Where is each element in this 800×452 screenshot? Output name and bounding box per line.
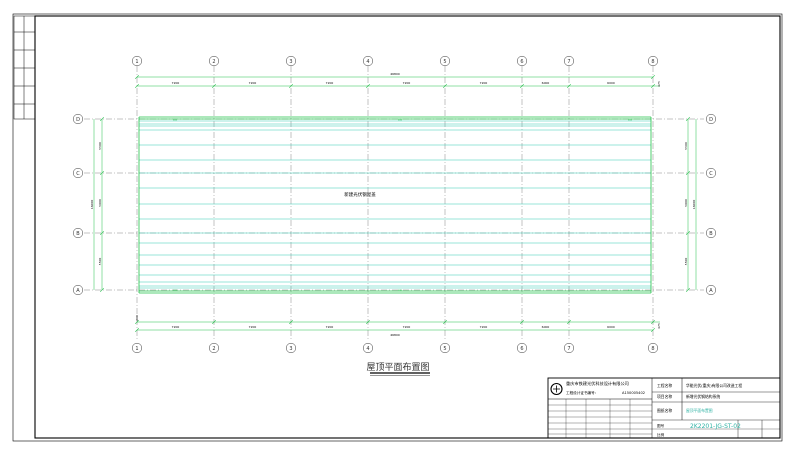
top-bay-dim: 6000	[607, 81, 615, 85]
left-total-dim: 16000	[90, 200, 94, 210]
left-bay-dim: 5500	[98, 258, 102, 266]
grid-label-top: 2	[212, 59, 215, 65]
project-label: 工程名称	[657, 383, 672, 388]
grid-label-top: 3	[289, 59, 292, 65]
cert-number: A150005402	[622, 391, 645, 395]
left-bay-dim: 5000	[98, 199, 102, 207]
grid-label-left: C	[76, 171, 80, 177]
title-block: 重庆市铁建光伏科技设计有限公司 工程设计证书编号： A150005402 工程名…	[547, 377, 781, 439]
roof-label: 新建光伏钢屋盖	[344, 191, 376, 198]
purlin-marker: ==	[173, 289, 177, 292]
grid-label-right: C	[709, 171, 713, 177]
grid-label-top: 5	[443, 59, 446, 65]
top-overall-dim: 46800	[390, 72, 400, 76]
roof-plan: == == == == == == 新建光伏钢屋盖 1 1 2 2 3 3 4 4 5 5 6 6 7 7 8 8 D D C C B…	[72, 55, 717, 354]
grid-label-bottom: 8	[651, 346, 654, 352]
purlin-marker: ==	[628, 289, 632, 292]
grid-label-right: D	[709, 117, 713, 123]
grid-label-left: B	[76, 231, 80, 237]
drawing-sheet: == == == == == == 新建光伏钢屋盖 1 1 2 2 3 3 4 4 5 5 6 6 7 7 8 8 D D C C B…	[12, 13, 783, 442]
grid-label-bottom: 4	[366, 346, 369, 352]
drawing-caption: 屋顶平面布置图	[366, 361, 429, 373]
binding-strip	[13, 15, 36, 120]
company-name: 重庆市铁建光伏科技设计有限公司	[566, 380, 629, 387]
drawing-number: 2K2201-JG-ST-02	[690, 423, 741, 430]
bottom-bay-dim: 7200	[326, 325, 334, 329]
top-bay-dim: 7200	[172, 81, 180, 85]
grid-label-top: 4	[366, 59, 369, 65]
purlin-marker: ==	[628, 119, 632, 122]
right-bay-dim: 5500	[684, 142, 688, 150]
drawing-name-label: 图纸名称	[657, 408, 672, 413]
grid-label-bottom: 7	[567, 346, 570, 352]
purlin-marker: ==	[173, 119, 177, 122]
scale-label: 比例	[657, 432, 665, 437]
company-logo-mark	[553, 385, 560, 393]
project-name: 华能光伏(重庆)有限公司改造工程	[686, 383, 742, 388]
drawing-number-label: 图号	[657, 423, 665, 428]
top-bay-dim: 7200	[326, 81, 334, 85]
grid-label-left: A	[76, 288, 80, 294]
top-end-dim: 475	[657, 81, 661, 87]
cert-label: 工程设计证书编号：	[566, 390, 598, 395]
bottom-bay-dim: 7200	[403, 325, 411, 329]
top-bay-dim: 6000	[542, 81, 550, 85]
grid-label-top: 7	[567, 59, 570, 65]
grid-label-right: B	[709, 231, 713, 237]
bottom-bay-dim: 7200	[249, 325, 257, 329]
top-bay-dim: 7200	[403, 81, 411, 85]
bottom-overall-dim: 46800	[390, 333, 400, 337]
grid-label-top: 8	[651, 59, 654, 65]
inner-frame	[34, 15, 781, 439]
top-bay-dim: 7200	[480, 81, 488, 85]
grid-label-bottom: 6	[520, 346, 523, 352]
grid-label-right: A	[709, 288, 713, 294]
top-bay-dim: 7200	[249, 81, 257, 85]
drawing-name: 屋顶平面布置图	[686, 408, 713, 413]
outer-border	[12, 13, 783, 442]
left-bay-dim: 5500	[98, 142, 102, 150]
right-total-dim: 16000	[692, 200, 696, 210]
bottom-bay-dim: 6000	[607, 325, 615, 329]
item-name: 新增光伏钢结构系统	[686, 394, 720, 399]
right-bay-dim: 5500	[684, 258, 688, 266]
purlin-marker: ==	[398, 119, 402, 122]
purlin-marker: ==	[398, 289, 402, 292]
grid-label-top: 6	[520, 59, 523, 65]
grid-label-bottom: 5	[443, 346, 446, 352]
grid-label-left: D	[76, 117, 80, 123]
item-label: 项目名称	[657, 394, 672, 399]
grid-label-bottom: 1	[135, 346, 138, 352]
bottom-bay-dim: 6000	[542, 325, 550, 329]
bottom-left-dim: 200	[135, 315, 139, 321]
grid-label-top: 1	[135, 59, 138, 65]
bottom-bay-dim: 7200	[480, 325, 488, 329]
grid-label-bottom: 2	[212, 346, 215, 352]
bottom-end-dim: 475	[657, 323, 661, 329]
bottom-bay-dim: 7200	[172, 325, 180, 329]
grid-label-bottom: 3	[289, 346, 292, 352]
right-bay-dim: 5000	[684, 199, 688, 207]
